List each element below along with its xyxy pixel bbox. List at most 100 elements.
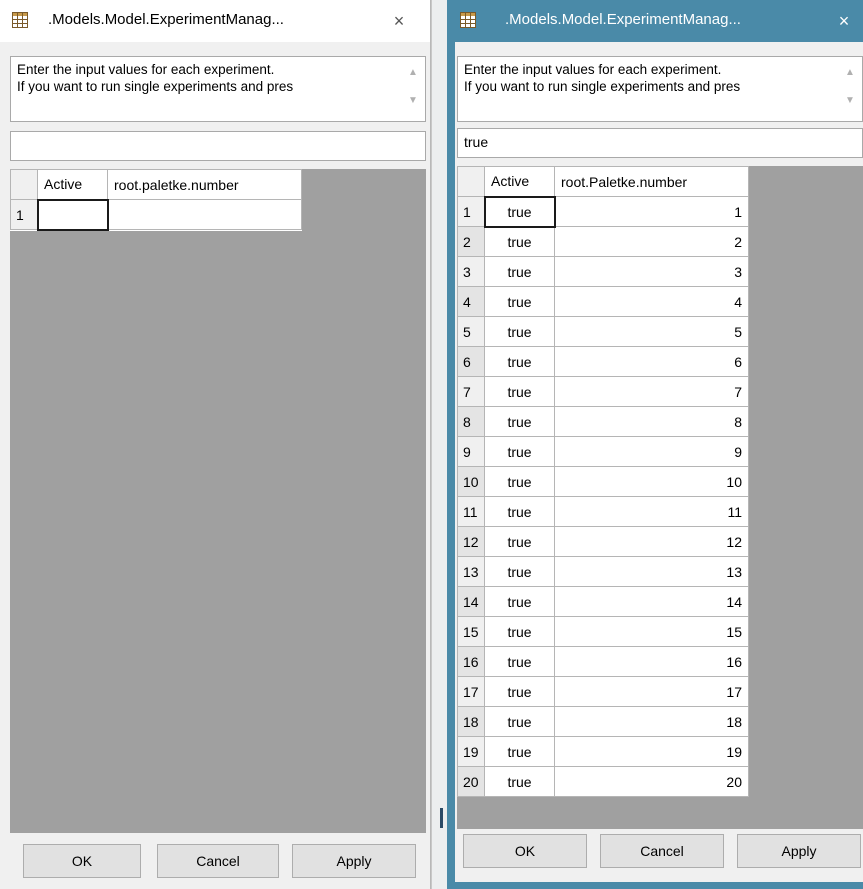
active-cell[interactable]: true	[484, 376, 555, 407]
cancel-button[interactable]: Cancel	[600, 834, 724, 868]
number-cell[interactable]: 3	[554, 256, 749, 287]
row-header[interactable]: 9	[457, 436, 485, 467]
number-cell[interactable]: 13	[554, 556, 749, 587]
number-cell[interactable]: 8	[554, 406, 749, 437]
description-line-1: Enter the input values for each experime…	[17, 62, 275, 77]
row-header[interactable]: 11	[457, 496, 485, 527]
row-header[interactable]: 3	[457, 256, 485, 287]
active-cell[interactable]: true	[484, 346, 555, 377]
table-row: 12 true 12	[457, 526, 749, 557]
title-bar[interactable]: .Models.Model.ExperimentManag... ×	[447, 0, 863, 42]
row-header[interactable]: 13	[457, 556, 485, 587]
number-cell[interactable]: 11	[554, 496, 749, 527]
title-bar[interactable]: .Models.Model.ExperimentManag... ×	[0, 0, 430, 42]
row-header[interactable]: 10	[457, 466, 485, 497]
apply-button[interactable]: Apply	[737, 834, 861, 868]
number-cell[interactable]: 17	[554, 676, 749, 707]
number-cell[interactable]: 16	[554, 646, 749, 677]
number-cell[interactable]	[107, 199, 302, 230]
active-cell[interactable]: true	[484, 646, 555, 677]
column-header-number[interactable]: root.paletke.number	[107, 169, 302, 200]
active-cell[interactable]: true	[484, 466, 555, 497]
table-row: 10 true 10	[457, 466, 749, 497]
row-header[interactable]: 4	[457, 286, 485, 317]
ok-button[interactable]: OK	[463, 834, 587, 868]
active-cell[interactable]: true	[484, 256, 555, 287]
table-row: 19 true 19	[457, 736, 749, 767]
cancel-button[interactable]: Cancel	[157, 844, 279, 878]
row-header[interactable]: 15	[457, 616, 485, 647]
active-cell[interactable]: true	[484, 706, 555, 737]
number-cell[interactable]: 2	[554, 226, 749, 257]
row-header[interactable]: 20	[457, 766, 485, 797]
scroll-down-arrow-icon[interactable]: ▼	[844, 95, 856, 107]
table-header-row: Active root.paletke.number	[10, 169, 302, 200]
row-header[interactable]: 16	[457, 646, 485, 677]
active-cell[interactable]: true	[484, 556, 555, 587]
description-box[interactable]: Enter the input values for each experime…	[457, 56, 863, 122]
row-header[interactable]: 7	[457, 376, 485, 407]
number-cell[interactable]: 4	[554, 286, 749, 317]
description-box[interactable]: Enter the input values for each experime…	[10, 56, 426, 122]
number-cell[interactable]: 19	[554, 736, 749, 767]
active-cell[interactable]: true	[484, 226, 555, 257]
row-header[interactable]: 1	[457, 196, 485, 227]
column-header-active[interactable]: Active	[37, 169, 108, 200]
row-header[interactable]: 5	[457, 316, 485, 347]
row-header[interactable]: 18	[457, 706, 485, 737]
row-header[interactable]: 19	[457, 736, 485, 767]
select-all-corner[interactable]	[10, 169, 38, 200]
row-header[interactable]: 2	[457, 226, 485, 257]
row-header[interactable]: 17	[457, 676, 485, 707]
row-header[interactable]: 1	[10, 199, 38, 230]
table-row: 3 true 3	[457, 256, 749, 287]
active-cell[interactable]: true	[484, 316, 555, 347]
active-cell[interactable]	[36, 198, 109, 231]
number-cell[interactable]: 12	[554, 526, 749, 557]
row-header[interactable]: 14	[457, 586, 485, 617]
cell-value-input[interactable]: true	[457, 128, 863, 158]
number-cell[interactable]: 15	[554, 616, 749, 647]
scroll-down-arrow-icon[interactable]: ▼	[407, 95, 419, 107]
active-cell[interactable]: true	[484, 406, 555, 437]
row-header[interactable]: 8	[457, 406, 485, 437]
number-cell[interactable]: 10	[554, 466, 749, 497]
active-cell[interactable]: true	[484, 766, 555, 797]
column-header-number[interactable]: root.Paletke.number	[554, 166, 749, 197]
table-row: 7 true 7	[457, 376, 749, 407]
number-cell[interactable]: 14	[554, 586, 749, 617]
number-cell[interactable]: 9	[554, 436, 749, 467]
active-cell[interactable]: true	[483, 195, 556, 228]
active-cell[interactable]: true	[484, 436, 555, 467]
row-header[interactable]: 12	[457, 526, 485, 557]
active-cell[interactable]: true	[484, 676, 555, 707]
number-cell[interactable]: 18	[554, 706, 749, 737]
number-cell[interactable]: 6	[554, 346, 749, 377]
active-cell[interactable]: true	[484, 586, 555, 617]
number-cell[interactable]: 7	[554, 376, 749, 407]
column-header-active[interactable]: Active	[484, 166, 555, 197]
close-icon[interactable]: ×	[384, 8, 414, 34]
description-line-2: If you want to run single experiments an…	[464, 79, 741, 94]
table-row: 17 true 17	[457, 676, 749, 707]
scroll-up-arrow-icon[interactable]: ▲	[407, 67, 419, 79]
window-title: .Models.Model.ExperimentManag...	[505, 11, 741, 28]
active-cell[interactable]: true	[484, 496, 555, 527]
apply-button[interactable]: Apply	[292, 844, 416, 878]
active-cell[interactable]: true	[484, 736, 555, 767]
select-all-corner[interactable]	[457, 166, 485, 197]
active-cell[interactable]: true	[484, 526, 555, 557]
active-cell[interactable]: true	[484, 616, 555, 647]
row-header[interactable]: 6	[457, 346, 485, 377]
active-cell[interactable]: true	[484, 286, 555, 317]
scroll-up-arrow-icon[interactable]: ▲	[844, 67, 856, 79]
experiment-table: Active root.paletke.number 1	[10, 169, 302, 231]
ok-button[interactable]: OK	[23, 844, 141, 878]
description-line-1: Enter the input values for each experime…	[464, 62, 722, 77]
table-row: 15 true 15	[457, 616, 749, 647]
cell-value-input[interactable]	[10, 131, 426, 161]
number-cell[interactable]: 5	[554, 316, 749, 347]
close-icon[interactable]: ×	[829, 8, 859, 34]
number-cell[interactable]: 1	[554, 196, 749, 227]
number-cell[interactable]: 20	[554, 766, 749, 797]
